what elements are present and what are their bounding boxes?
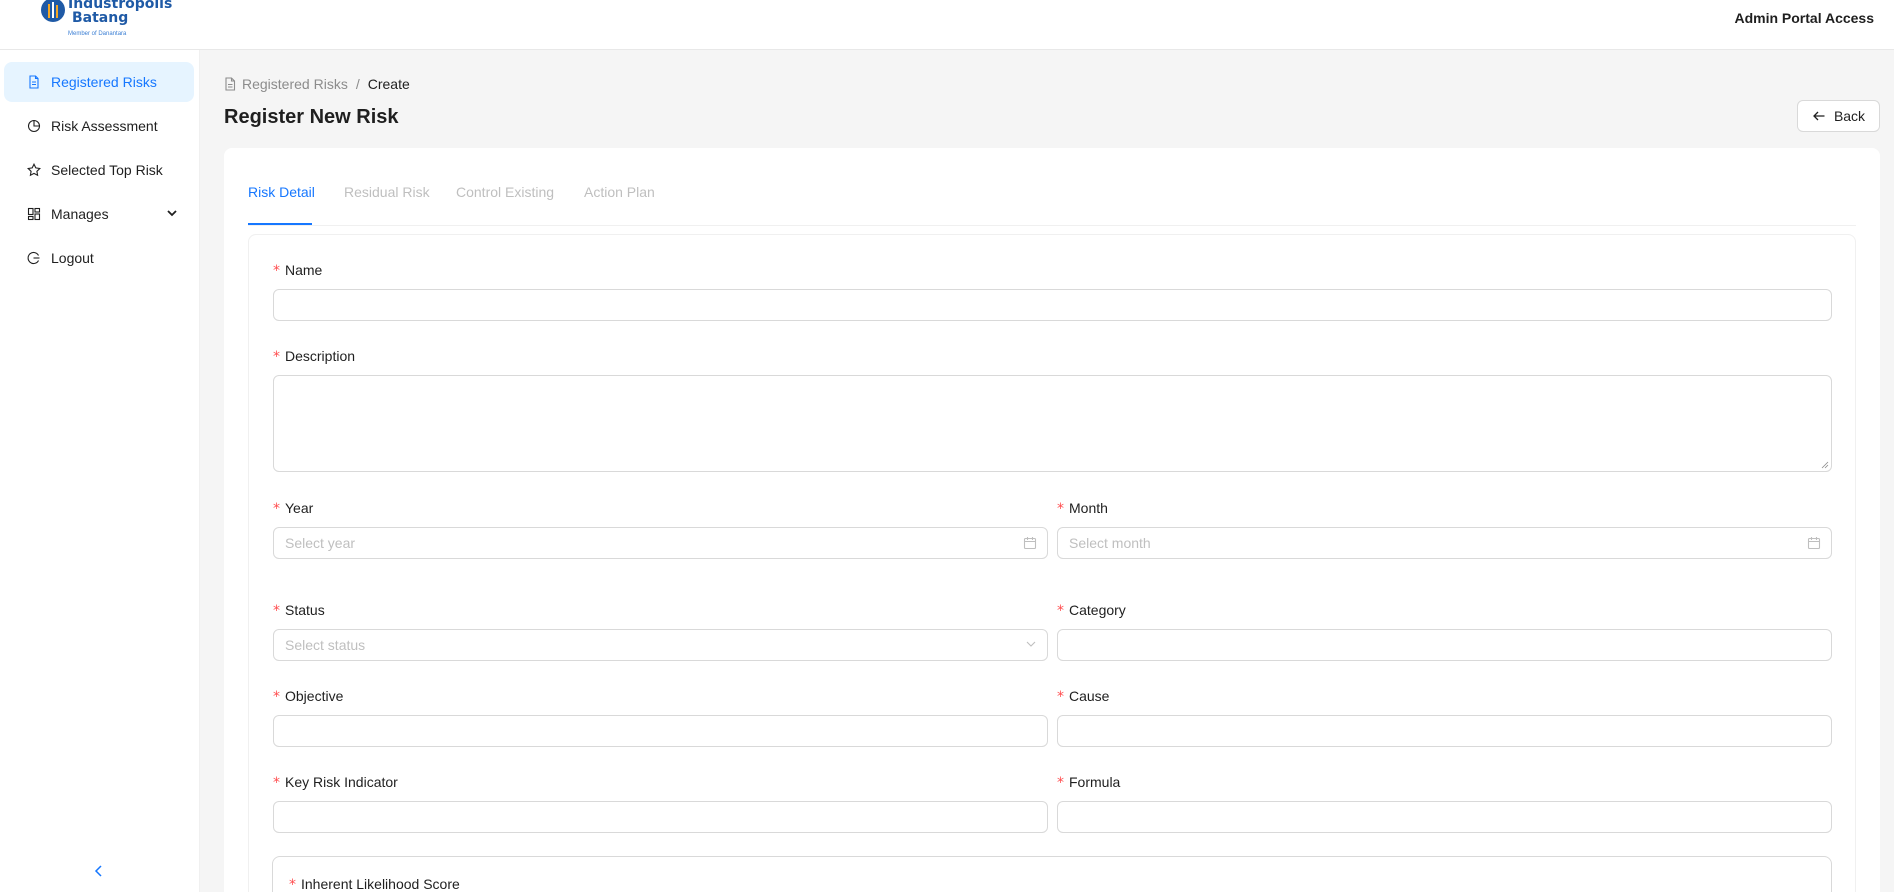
sidebar-item-logout[interactable]: Logout	[4, 238, 194, 278]
required-mark: *	[273, 501, 280, 517]
name-input[interactable]	[273, 289, 1832, 321]
category-label: * Category	[1057, 602, 1126, 619]
sidebar-item-selected-top-risk[interactable]: Selected Top Risk	[4, 150, 194, 190]
description-textarea[interactable]	[273, 375, 1832, 472]
name-label: * Name	[273, 262, 323, 279]
pie-chart-icon	[27, 119, 41, 133]
tab-control-existing[interactable]: Control Existing	[456, 184, 554, 200]
sidebar-item-label: Logout	[51, 250, 94, 266]
brand-name: Industropolis Batang	[68, 0, 173, 26]
brand-subtitle: Member of Danantara	[68, 31, 127, 37]
breadcrumb-separator: /	[355, 76, 360, 92]
sidebar-item-label: Registered Risks	[51, 74, 157, 90]
required-mark: *	[273, 349, 280, 365]
sidebar-item-label: Manages	[51, 206, 109, 222]
required-mark: *	[273, 689, 280, 705]
sidebar-item-label: Risk Assessment	[51, 118, 158, 134]
breadcrumb-link-registered-risks[interactable]: Registered Risks	[242, 76, 348, 92]
inherent-likelihood-section	[272, 856, 1832, 892]
required-mark: *	[1057, 501, 1064, 517]
objective-input[interactable]	[273, 715, 1048, 747]
required-mark: *	[1057, 603, 1064, 619]
file-icon	[27, 75, 41, 89]
description-label: * Description	[273, 348, 356, 365]
formula-input[interactable]	[1057, 801, 1832, 833]
required-mark: *	[1057, 689, 1064, 705]
brand-logo[interactable]: Industropolis Batang Member of Danantara	[38, 0, 172, 42]
tab-residual-risk[interactable]: Residual Risk	[344, 184, 430, 200]
required-mark: *	[289, 877, 296, 892]
chevron-down-icon	[1026, 641, 1036, 647]
year-label: * Year	[273, 500, 314, 517]
status-select[interactable]	[273, 629, 1048, 661]
sidebar: Registered Risks Risk Assessment Selecte…	[0, 50, 200, 892]
brand-logo-icon	[41, 0, 65, 22]
resize-handle-icon[interactable]	[1821, 461, 1829, 469]
inherent-likelihood-label: * Inherent Likelihood Score	[289, 876, 460, 892]
page-title: Register New Risk	[224, 106, 399, 128]
collapse-sidebar-icon[interactable]	[90, 862, 108, 880]
back-button[interactable]: Back	[1797, 100, 1880, 132]
key-risk-indicator-label: * Key Risk Indicator	[273, 774, 398, 791]
required-mark: *	[273, 263, 280, 279]
breadcrumb: Registered Risks / Create	[224, 76, 410, 92]
top-header: Industropolis Batang Member of Danantara…	[0, 0, 1894, 50]
sidebar-item-manages[interactable]: Manages	[4, 194, 194, 234]
breadcrumb-current: Create	[367, 76, 410, 92]
month-label: * Month	[1057, 500, 1108, 517]
tab-action-plan[interactable]: Action Plan	[584, 184, 655, 200]
file-icon	[225, 77, 236, 91]
status-label: * Status	[273, 602, 325, 619]
required-mark: *	[273, 603, 280, 619]
star-icon	[27, 163, 41, 177]
tab-risk-detail[interactable]: Risk Detail	[248, 184, 315, 200]
cause-label: * Cause	[1057, 688, 1110, 705]
risk-detail-form	[248, 234, 1856, 892]
calendar-icon	[1023, 537, 1037, 550]
sidebar-item-registered-risks[interactable]: Registered Risks	[4, 62, 194, 102]
logout-icon	[27, 251, 41, 265]
key-risk-indicator-input[interactable]	[273, 801, 1048, 833]
year-picker[interactable]	[273, 527, 1048, 559]
month-picker[interactable]	[1057, 527, 1832, 559]
back-button-label: Back	[1833, 108, 1866, 124]
objective-label: * Objective	[273, 688, 344, 705]
required-mark: *	[273, 775, 280, 791]
arrow-left-icon	[1813, 111, 1825, 121]
category-input[interactable]	[1057, 629, 1832, 661]
dashboard-icon	[27, 207, 41, 221]
chevron-down-icon[interactable]	[166, 207, 178, 219]
sidebar-item-label: Selected Top Risk	[51, 162, 163, 178]
calendar-icon	[1807, 537, 1821, 550]
admin-portal-label: Admin Portal Access	[1734, 10, 1874, 26]
form-card: Risk Detail Residual Risk Control Existi…	[224, 148, 1880, 892]
cause-input[interactable]	[1057, 715, 1832, 747]
required-mark: *	[1057, 775, 1064, 791]
sidebar-item-risk-assessment[interactable]: Risk Assessment	[4, 106, 194, 146]
tab-bar: Risk Detail Residual Risk Control Existi…	[248, 184, 1856, 226]
formula-label: * Formula	[1057, 774, 1121, 791]
active-tab-indicator	[248, 223, 312, 225]
